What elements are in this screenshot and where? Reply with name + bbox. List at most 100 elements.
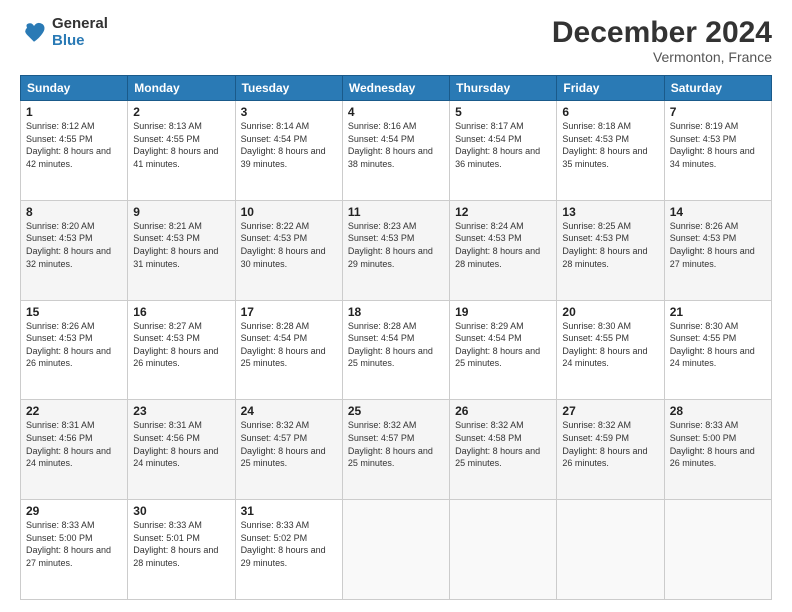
- daylight-label: Daylight: 8 hours and 26 minutes.: [562, 446, 647, 469]
- day-info: Sunrise: 8:20 AM Sunset: 4:53 PM Dayligh…: [26, 220, 122, 270]
- day-info: Sunrise: 8:26 AM Sunset: 4:53 PM Dayligh…: [670, 220, 766, 270]
- daylight-label: Daylight: 8 hours and 31 minutes.: [133, 246, 218, 269]
- day-info: Sunrise: 8:18 AM Sunset: 4:53 PM Dayligh…: [562, 120, 658, 170]
- table-row: 7 Sunrise: 8:19 AM Sunset: 4:53 PM Dayli…: [664, 101, 771, 201]
- sunset-label: Sunset: 4:53 PM: [670, 233, 737, 243]
- logo-text: General Blue: [52, 16, 108, 49]
- day-info: Sunrise: 8:21 AM Sunset: 4:53 PM Dayligh…: [133, 220, 229, 270]
- table-row: 15 Sunrise: 8:26 AM Sunset: 4:53 PM Dayl…: [21, 300, 128, 400]
- table-row: 19 Sunrise: 8:29 AM Sunset: 4:54 PM Dayl…: [450, 300, 557, 400]
- daylight-label: Daylight: 8 hours and 36 minutes.: [455, 146, 540, 169]
- sunrise-label: Sunrise: 8:30 AM: [562, 321, 631, 331]
- day-info: Sunrise: 8:33 AM Sunset: 5:00 PM Dayligh…: [26, 519, 122, 569]
- day-number: 30: [133, 504, 229, 518]
- sunrise-label: Sunrise: 8:27 AM: [133, 321, 202, 331]
- table-row: 30 Sunrise: 8:33 AM Sunset: 5:01 PM Dayl…: [128, 500, 235, 600]
- daylight-label: Daylight: 8 hours and 42 minutes.: [26, 146, 111, 169]
- day-info: Sunrise: 8:22 AM Sunset: 4:53 PM Dayligh…: [241, 220, 337, 270]
- daylight-label: Daylight: 8 hours and 28 minutes.: [455, 246, 540, 269]
- sunrise-label: Sunrise: 8:33 AM: [26, 520, 95, 530]
- sunset-label: Sunset: 4:57 PM: [348, 433, 415, 443]
- daylight-label: Daylight: 8 hours and 24 minutes.: [670, 346, 755, 369]
- day-info: Sunrise: 8:19 AM Sunset: 4:53 PM Dayligh…: [670, 120, 766, 170]
- day-info: Sunrise: 8:24 AM Sunset: 4:53 PM Dayligh…: [455, 220, 551, 270]
- day-number: 3: [241, 105, 337, 119]
- sunrise-label: Sunrise: 8:28 AM: [348, 321, 417, 331]
- day-number: 21: [670, 305, 766, 319]
- table-row: 29 Sunrise: 8:33 AM Sunset: 5:00 PM Dayl…: [21, 500, 128, 600]
- table-row: 28 Sunrise: 8:33 AM Sunset: 5:00 PM Dayl…: [664, 400, 771, 500]
- sunset-label: Sunset: 4:56 PM: [133, 433, 200, 443]
- daylight-label: Daylight: 8 hours and 30 minutes.: [241, 246, 326, 269]
- header: General Blue December 2024 Vermonton, Fr…: [20, 16, 772, 65]
- header-sunday: Sunday: [21, 76, 128, 101]
- header-tuesday: Tuesday: [235, 76, 342, 101]
- sunset-label: Sunset: 4:53 PM: [562, 233, 629, 243]
- daylight-label: Daylight: 8 hours and 32 minutes.: [26, 246, 111, 269]
- sunset-label: Sunset: 4:53 PM: [241, 233, 308, 243]
- day-info: Sunrise: 8:32 AM Sunset: 4:58 PM Dayligh…: [455, 419, 551, 469]
- sunrise-label: Sunrise: 8:31 AM: [133, 420, 202, 430]
- week-row-2: 15 Sunrise: 8:26 AM Sunset: 4:53 PM Dayl…: [21, 300, 772, 400]
- logo-icon: [20, 19, 48, 47]
- sunrise-label: Sunrise: 8:33 AM: [133, 520, 202, 530]
- day-info: Sunrise: 8:27 AM Sunset: 4:53 PM Dayligh…: [133, 320, 229, 370]
- daylight-label: Daylight: 8 hours and 24 minutes.: [562, 346, 647, 369]
- week-row-0: 1 Sunrise: 8:12 AM Sunset: 4:55 PM Dayli…: [21, 101, 772, 201]
- day-info: Sunrise: 8:32 AM Sunset: 4:57 PM Dayligh…: [241, 419, 337, 469]
- table-row: 1 Sunrise: 8:12 AM Sunset: 4:55 PM Dayli…: [21, 101, 128, 201]
- day-number: 18: [348, 305, 444, 319]
- table-row: 22 Sunrise: 8:31 AM Sunset: 4:56 PM Dayl…: [21, 400, 128, 500]
- sunrise-label: Sunrise: 8:32 AM: [562, 420, 631, 430]
- page: General Blue December 2024 Vermonton, Fr…: [0, 0, 792, 612]
- daylight-label: Daylight: 8 hours and 25 minutes.: [348, 346, 433, 369]
- daylight-label: Daylight: 8 hours and 29 minutes.: [241, 545, 326, 568]
- day-number: 13: [562, 205, 658, 219]
- sunset-label: Sunset: 4:53 PM: [455, 233, 522, 243]
- daylight-label: Daylight: 8 hours and 28 minutes.: [562, 246, 647, 269]
- day-number: 27: [562, 404, 658, 418]
- header-thursday: Thursday: [450, 76, 557, 101]
- day-info: Sunrise: 8:33 AM Sunset: 5:02 PM Dayligh…: [241, 519, 337, 569]
- day-info: Sunrise: 8:26 AM Sunset: 4:53 PM Dayligh…: [26, 320, 122, 370]
- table-row: 26 Sunrise: 8:32 AM Sunset: 4:58 PM Dayl…: [450, 400, 557, 500]
- daylight-label: Daylight: 8 hours and 26 minutes.: [670, 446, 755, 469]
- day-number: 25: [348, 404, 444, 418]
- sunset-label: Sunset: 5:01 PM: [133, 533, 200, 543]
- daylight-label: Daylight: 8 hours and 38 minutes.: [348, 146, 433, 169]
- day-number: 23: [133, 404, 229, 418]
- sunset-label: Sunset: 4:53 PM: [348, 233, 415, 243]
- day-number: 20: [562, 305, 658, 319]
- sunrise-label: Sunrise: 8:26 AM: [26, 321, 95, 331]
- day-info: Sunrise: 8:30 AM Sunset: 4:55 PM Dayligh…: [670, 320, 766, 370]
- sunset-label: Sunset: 5:00 PM: [26, 533, 93, 543]
- sunset-label: Sunset: 4:56 PM: [26, 433, 93, 443]
- table-row: 13 Sunrise: 8:25 AM Sunset: 4:53 PM Dayl…: [557, 200, 664, 300]
- title-block: December 2024 Vermonton, France: [552, 16, 772, 65]
- sunrise-label: Sunrise: 8:24 AM: [455, 221, 524, 231]
- table-row: 20 Sunrise: 8:30 AM Sunset: 4:55 PM Dayl…: [557, 300, 664, 400]
- day-number: 2: [133, 105, 229, 119]
- sunrise-label: Sunrise: 8:16 AM: [348, 121, 417, 131]
- daylight-label: Daylight: 8 hours and 39 minutes.: [241, 146, 326, 169]
- day-info: Sunrise: 8:17 AM Sunset: 4:54 PM Dayligh…: [455, 120, 551, 170]
- day-info: Sunrise: 8:14 AM Sunset: 4:54 PM Dayligh…: [241, 120, 337, 170]
- logo-general: General: [52, 16, 108, 33]
- daylight-label: Daylight: 8 hours and 26 minutes.: [26, 346, 111, 369]
- day-number: 4: [348, 105, 444, 119]
- sunrise-label: Sunrise: 8:20 AM: [26, 221, 95, 231]
- day-info: Sunrise: 8:29 AM Sunset: 4:54 PM Dayligh…: [455, 320, 551, 370]
- table-row: 25 Sunrise: 8:32 AM Sunset: 4:57 PM Dayl…: [342, 400, 449, 500]
- daylight-label: Daylight: 8 hours and 26 minutes.: [133, 346, 218, 369]
- day-number: 9: [133, 205, 229, 219]
- sunset-label: Sunset: 4:54 PM: [455, 134, 522, 144]
- sunrise-label: Sunrise: 8:29 AM: [455, 321, 524, 331]
- sunrise-label: Sunrise: 8:28 AM: [241, 321, 310, 331]
- day-number: 14: [670, 205, 766, 219]
- month-title: December 2024: [552, 16, 772, 49]
- day-number: 11: [348, 205, 444, 219]
- sunrise-label: Sunrise: 8:32 AM: [348, 420, 417, 430]
- table-row: 18 Sunrise: 8:28 AM Sunset: 4:54 PM Dayl…: [342, 300, 449, 400]
- table-row: 5 Sunrise: 8:17 AM Sunset: 4:54 PM Dayli…: [450, 101, 557, 201]
- daylight-label: Daylight: 8 hours and 24 minutes.: [133, 446, 218, 469]
